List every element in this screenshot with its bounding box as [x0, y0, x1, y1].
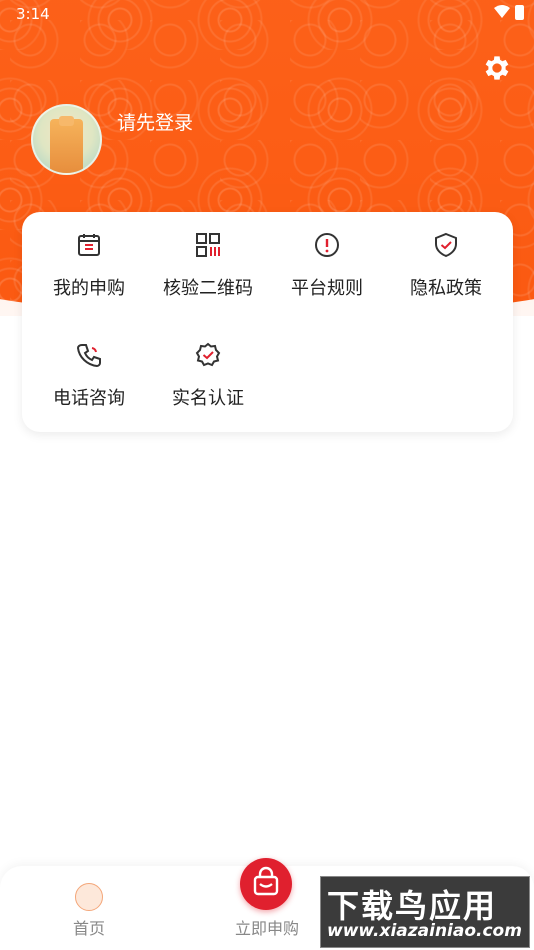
menu-item-label: 隐私政策: [410, 278, 482, 299]
alert-circle-icon: [315, 233, 339, 257]
menu-item-label: 我的申购: [53, 278, 125, 299]
menu-item-label: 实名认证: [172, 388, 244, 409]
qr-code-icon: [196, 233, 220, 257]
tab-label: 首页: [72, 919, 105, 938]
status-bar: 3:14: [0, 0, 534, 28]
login-prompt[interactable]: 请先登录: [117, 108, 193, 135]
phone-icon: [76, 344, 101, 368]
battery-icon: [515, 5, 524, 20]
gear-icon[interactable]: [481, 52, 513, 84]
status-time: 3:14: [16, 5, 50, 23]
avatar[interactable]: [31, 104, 102, 175]
avatar-figure-top: [59, 116, 74, 126]
menu-item-my-subscription[interactable]: 我的申购: [30, 212, 148, 302]
menu-item-label: 电话咨询: [53, 388, 125, 409]
menu-card: 我的申购 核验二维码 平台规则 隐私政策 电话咨询 实名认证: [22, 212, 513, 432]
calendar-icon: [78, 234, 100, 256]
shield-check-icon: [435, 232, 457, 258]
watermark-url: www.xiazainiao.com: [327, 921, 522, 941]
watermark: 下载鸟应用 www.xiazainiao.com: [320, 876, 530, 948]
home-icon: [75, 883, 103, 911]
tab-home[interactable]: 首页: [0, 866, 178, 950]
subscribe-now-button[interactable]: [240, 858, 292, 910]
verified-badge-icon: [195, 342, 221, 367]
menu-item-label: 平台规则: [291, 278, 363, 299]
menu-item-privacy-policy[interactable]: 隐私政策: [387, 212, 505, 302]
menu-item-real-name-auth[interactable]: 实名认证: [149, 322, 267, 412]
app-root: 3:14 请先登录 我的申购 核验二维码 平台规则 隐私政策 电话咨询 实名认证…: [0, 0, 534, 950]
avatar-figure: [50, 119, 83, 173]
menu-item-verify-qr[interactable]: 核验二维码: [149, 212, 267, 302]
menu-item-platform-rules[interactable]: 平台规则: [268, 212, 386, 302]
menu-item-phone-consult[interactable]: 电话咨询: [30, 322, 148, 412]
menu-item-label: 核验二维码: [163, 278, 253, 299]
wifi-icon: [494, 5, 510, 18]
shopping-bag-icon: [253, 866, 279, 896]
